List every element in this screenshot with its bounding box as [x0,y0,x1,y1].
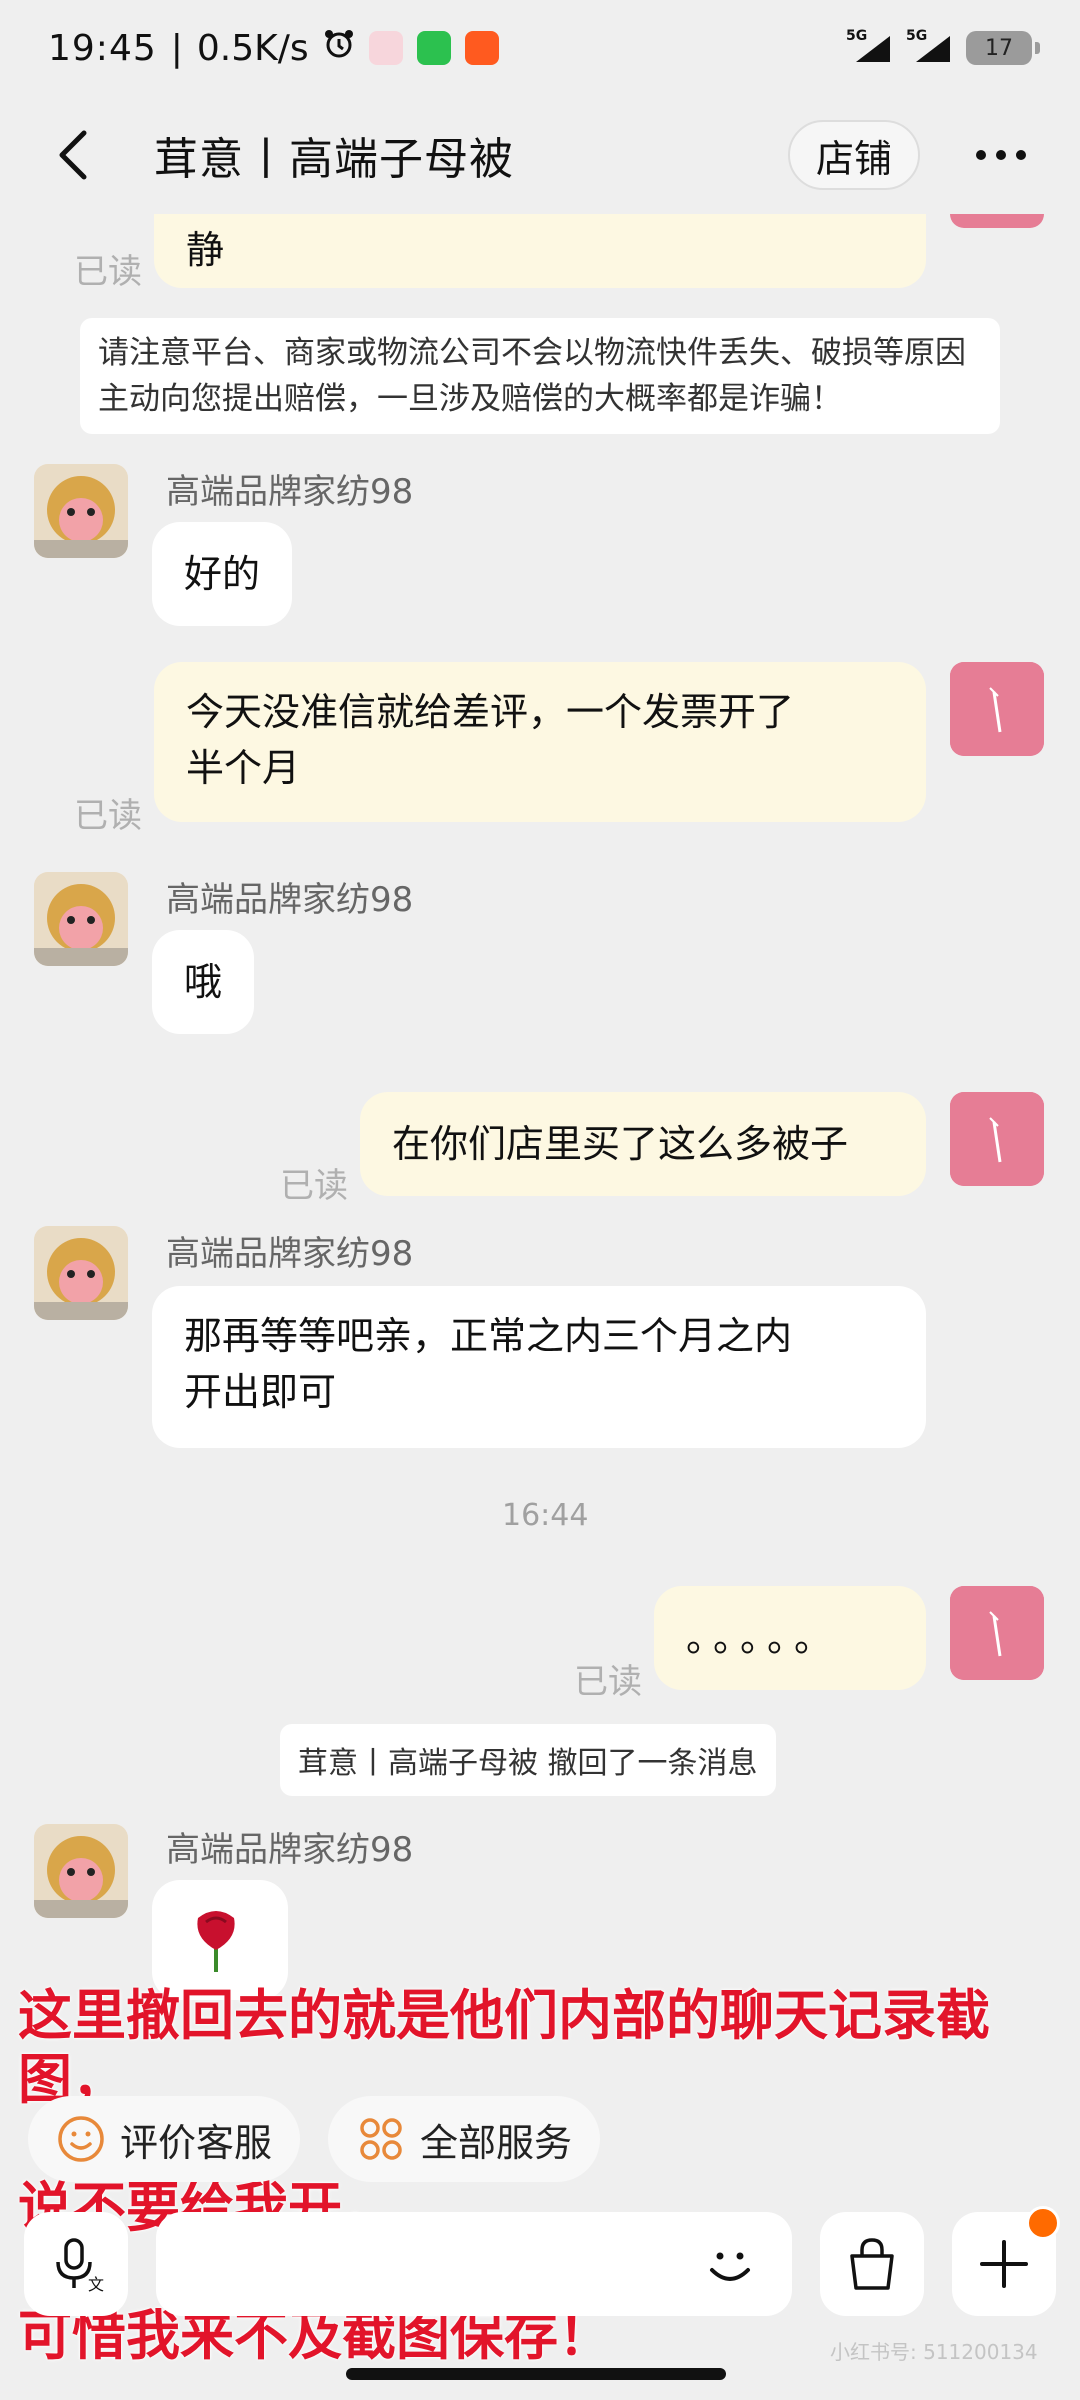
message-text-line: 半个月 [186,746,301,790]
sender-name: 高端品牌家纺98 [166,880,414,920]
read-receipt: 已读 [574,1662,642,1702]
chat-header: 茸意丨高端子母被 店铺 [0,96,1080,214]
voice-input-icon: 文 [56,2238,104,2294]
message-list[interactable]: 静 已读 请注意平台、商家或物流公司不会以物流快件丢失、破损等原因主动向您提出赔… [0,214,1080,2054]
my-avatar[interactable] [950,1092,1044,1186]
message-text: 哦 [184,960,223,1004]
seller-avatar[interactable] [34,1824,128,1918]
status-bar: 19:45 | 0.5K/s 5G 5G 17 [0,0,1080,96]
message-incoming[interactable]: 好的 [152,522,293,626]
status-left: 19:45 | 0.5K/s [48,28,499,69]
home-indicator[interactable] [346,2368,726,2380]
message-outgoing[interactable]: 。。。。。 [654,1586,926,1690]
all-services-label: 全部服务 [420,2120,573,2165]
message-incoming[interactable]: 那再等等吧亲，正常之内三个月之内 开出即可 [152,1286,926,1448]
signal-icon-2: 5G [906,28,952,64]
read-receipt: 已读 [74,252,142,292]
message-outgoing-partial[interactable]: 静 [154,214,926,288]
more-actions-button[interactable] [952,2206,1060,2316]
annotation-line: 这里撤回去的就是他们内部的聊天记录截图， [18,1984,990,2111]
message-text: 静 [186,228,225,272]
message-text: 在你们店里买了这么多被子 [392,1122,849,1166]
message-text-line: 那再等等吧亲，正常之内三个月之内 [184,1314,793,1358]
message-outgoing[interactable]: 今天没准信就给差评，一个发票开了 半个月 [154,662,926,822]
all-services-button[interactable]: 全部服务 [328,2096,601,2182]
message-text-line: 开出即可 [184,1370,337,1414]
status-time: 19:45 [48,27,157,69]
order-button[interactable] [820,2212,924,2316]
svg-text:文: 文 [88,2275,104,2294]
app-notification-icon [368,31,403,65]
notice-text: 请注意平台、商家或物流公司不会以物流快件丢失、破损等原因主动向您提出赔偿，一旦涉… [98,335,966,417]
shopping-bag-icon [850,2238,894,2290]
battery-level: 17 [985,35,1013,61]
read-receipt: 已读 [280,1166,348,1206]
plus-icon [980,2240,1028,2288]
chevron-left-icon [59,130,87,180]
recall-text: 茸意丨高端子母被 撤回了一条消息 [298,1746,758,1781]
sender-name: 高端品牌家纺98 [166,472,414,512]
quick-actions: 评价客服 全部服务 [28,2096,601,2182]
status-speed: 0.5K/s [196,27,309,69]
more-dot [1016,150,1026,160]
chat-title: 茸意丨高端子母被 [154,134,514,185]
my-avatar[interactable] [950,214,1044,228]
security-notice: 请注意平台、商家或物流公司不会以物流快件丢失、破损等原因主动向您提出赔偿，一旦涉… [80,318,1000,434]
watermark: 小红书号: 511200134 [830,2340,1038,2364]
taobao-icon [464,31,499,65]
chat-screen: 19:45 | 0.5K/s 5G 5G 17 茸意丨高端子母被 店铺 静 已读… [0,0,1080,2400]
status-divider: | [170,27,183,69]
timestamp: 16:44 [502,1498,589,1533]
battery-icon: 17 [966,31,1040,65]
emoji-button[interactable] [692,2226,768,2302]
voice-input-button[interactable]: 文 [24,2212,128,2316]
grid-circles-icon [360,2118,402,2160]
status-right: 5G 5G 17 [846,28,1040,65]
more-dot [996,150,1006,160]
notification-dot [1026,2206,1060,2240]
seller-avatar[interactable] [34,1226,128,1320]
my-avatar[interactable] [950,662,1044,756]
message-text: 好的 [184,552,261,596]
smiley-outline-icon [58,2116,104,2162]
my-avatar[interactable] [950,1586,1044,1680]
recall-notice: 茸意丨高端子母被 撤回了一条消息 [280,1724,776,1796]
message-text-line: 今天没准信就给差评，一个发票开了 [186,690,795,734]
more-button[interactable] [956,115,1046,195]
shop-button[interactable]: 店铺 [787,120,920,190]
rate-service-button[interactable]: 评价客服 [28,2096,301,2182]
smiley-icon [710,2252,750,2281]
message-incoming[interactable]: 哦 [152,930,255,1034]
back-button[interactable] [34,115,114,195]
seller-avatar[interactable] [34,872,128,966]
message-text: 。。。。。 [686,1616,841,1660]
seller-avatar[interactable] [34,464,128,558]
sender-name: 高端品牌家纺98 [166,1830,414,1870]
read-receipt: 已读 [74,796,142,836]
rate-service-label: 评价客服 [120,2120,273,2165]
sender-name: 高端品牌家纺98 [166,1234,414,1274]
message-outgoing[interactable]: 在你们店里买了这么多被子 [360,1092,926,1196]
alarm-icon [323,28,355,69]
more-dot [976,150,986,160]
signal-icon: 5G [846,28,892,64]
input-bar: 文 [0,2206,1080,2332]
wechat-icon [416,31,451,65]
